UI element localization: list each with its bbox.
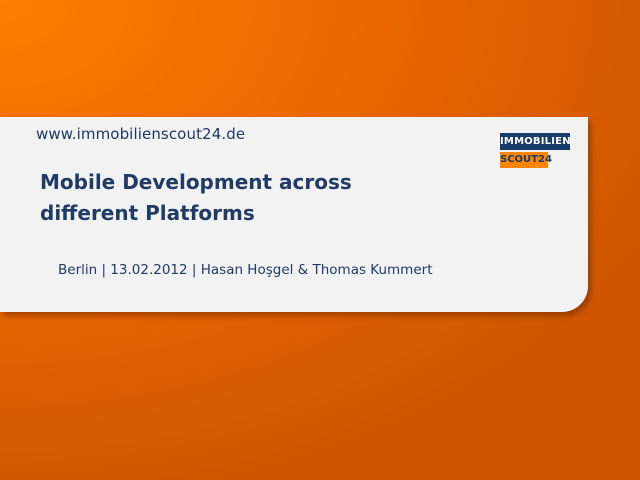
- immobilienscout24-logo: IMMOBILIEN SCOUT24: [500, 133, 571, 169]
- logo-top-text: IMMOBILIEN: [500, 133, 571, 150]
- slide-subtitle: Berlin | 13.02.2012 | Hasan Hoşgel & Tho…: [58, 262, 433, 278]
- website-url: www.immobilienscout24.de: [36, 125, 246, 143]
- title-slide: www.immobilienscout24.de Mobile Developm…: [0, 0, 640, 480]
- slide-title-line-1: Mobile Development across: [40, 170, 352, 194]
- slide-title: Mobile Development across different Plat…: [40, 167, 352, 229]
- logo-bottom-text: SCOUT24: [500, 152, 552, 168]
- slide-title-line-2: different Platforms: [40, 201, 255, 225]
